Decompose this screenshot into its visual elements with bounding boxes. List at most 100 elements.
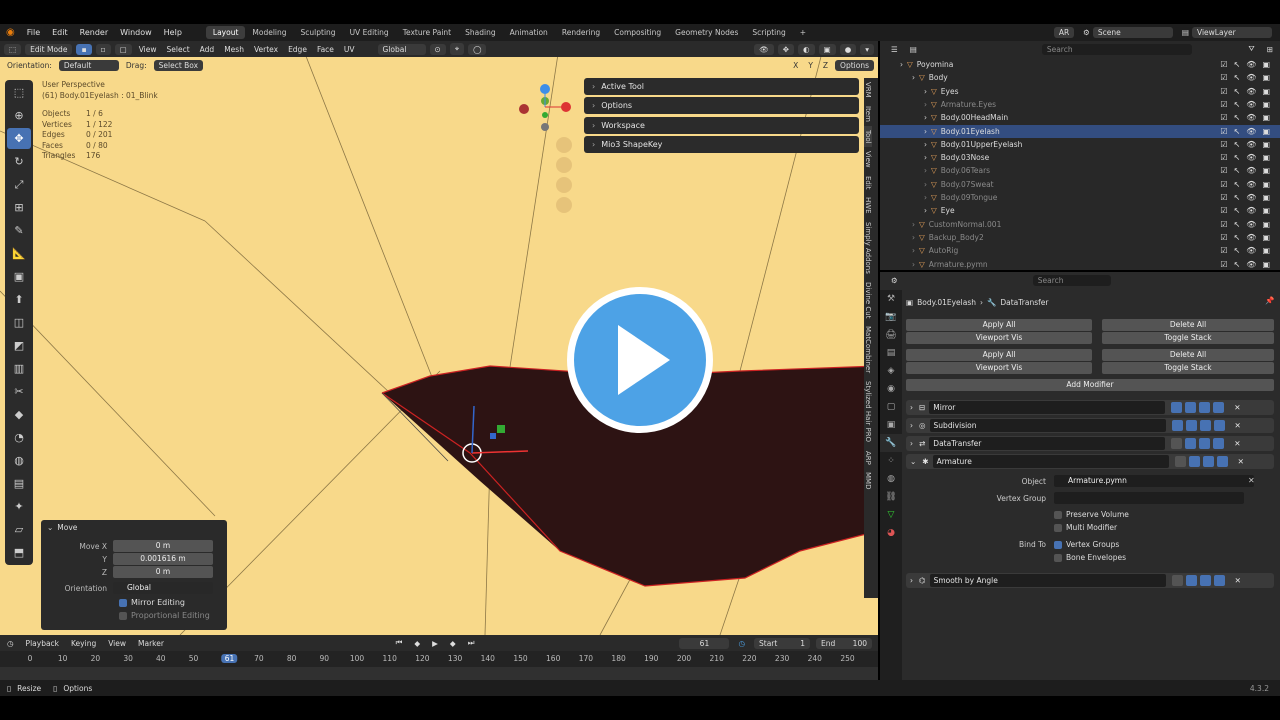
mode-select[interactable]: Edit Mode xyxy=(25,43,73,55)
toggle-stack-button-2[interactable]: Toggle Stack xyxy=(1102,362,1274,374)
shading-solid-icon[interactable]: ● xyxy=(839,43,857,55)
world-tab-icon[interactable]: ◉ xyxy=(880,380,902,398)
camera-icon[interactable]: ▣ xyxy=(1262,260,1270,269)
select-icon[interactable]: ↖ xyxy=(1234,140,1241,149)
camera-icon[interactable]: ▣ xyxy=(1262,87,1270,96)
modifier-datatransfer[interactable]: › ⇄ DataTransfer ✕ xyxy=(906,436,1274,451)
chevron-right-icon[interactable]: › xyxy=(910,403,913,412)
checkbox-icon[interactable]: ☑ xyxy=(1220,166,1227,175)
options-button[interactable]: Options xyxy=(835,60,874,71)
outliner-search-input[interactable]: Search xyxy=(1041,43,1192,55)
camera-icon[interactable]: ▣ xyxy=(1262,180,1270,189)
vp-menu-add[interactable]: Add xyxy=(197,45,218,54)
camera-icon[interactable]: ▣ xyxy=(1262,220,1270,229)
chevron-right-icon[interactable]: › xyxy=(924,153,927,162)
camera-icon[interactable]: ▣ xyxy=(1262,100,1270,109)
tab-shading[interactable]: Shading xyxy=(458,26,502,39)
select-icon[interactable]: ↖ xyxy=(1234,233,1241,242)
vp-menu-edge[interactable]: Edge xyxy=(285,45,310,54)
camera-icon[interactable]: ▣ xyxy=(1262,246,1270,255)
select-icon[interactable]: ↖ xyxy=(1234,220,1241,229)
chevron-right-icon[interactable]: › xyxy=(910,576,913,585)
cage-icon[interactable] xyxy=(1185,420,1197,431)
select-icon[interactable]: ↖ xyxy=(1234,87,1241,96)
render-icon[interactable] xyxy=(1216,456,1228,467)
apply-all-button-1[interactable]: Apply All xyxy=(906,319,1092,331)
tab-hwe[interactable]: HWE xyxy=(864,193,872,218)
tab-rendering[interactable]: Rendering xyxy=(555,26,607,39)
tl-menu-keying[interactable]: Keying xyxy=(68,639,99,648)
camera-icon[interactable]: ▣ xyxy=(1262,60,1270,69)
select-icon[interactable]: ↖ xyxy=(1234,60,1241,69)
collection-tab-icon[interactable]: ▢ xyxy=(880,398,902,416)
display-mode-icon[interactable]: ▤ xyxy=(907,45,920,54)
select-icon[interactable]: ↖ xyxy=(1234,246,1241,255)
checkbox-icon[interactable]: ☑ xyxy=(1220,127,1227,136)
chevron-right-icon[interactable]: › xyxy=(912,260,915,269)
apply-all-button-2[interactable]: Apply All xyxy=(906,349,1092,361)
prev-key-icon[interactable]: ◆ xyxy=(411,639,423,648)
vp-menu-uv[interactable]: UV xyxy=(341,45,358,54)
knife-tool-icon[interactable]: ✂ xyxy=(7,381,31,402)
render-icon[interactable] xyxy=(1213,420,1225,431)
vertex-groups-checkbox[interactable] xyxy=(1054,540,1062,549)
select-icon[interactable]: ↖ xyxy=(1234,73,1241,82)
eye-icon[interactable]: 👁 xyxy=(1246,100,1256,109)
properties-editor-icon[interactable]: ⚙ xyxy=(888,276,901,285)
delete-all-button-1[interactable]: Delete All xyxy=(1102,319,1274,331)
render-icon[interactable] xyxy=(1213,402,1225,413)
eye-icon[interactable]: 👁 xyxy=(1246,153,1256,162)
inset-tool-icon[interactable]: ◫ xyxy=(7,312,31,333)
modifier-name-field[interactable]: Mirror xyxy=(929,401,1166,414)
eye-icon[interactable]: 👁 xyxy=(1246,73,1256,82)
tab-edit[interactable]: Edit xyxy=(864,172,872,194)
vp-menu-select[interactable]: Select xyxy=(164,45,193,54)
pin-icon[interactable]: 📌 xyxy=(1262,296,1277,305)
close-icon[interactable]: ✕ xyxy=(1238,457,1244,466)
preserve-volume-checkbox[interactable] xyxy=(1054,510,1062,519)
select-icon[interactable]: ↖ xyxy=(1234,100,1241,109)
tab-compositing[interactable]: Compositing xyxy=(607,26,668,39)
outliner-row[interactable]: › ▽ Eyes ☑ ↖ 👁 ▣ xyxy=(880,85,1280,98)
tab-sculpting[interactable]: Sculpting xyxy=(294,26,343,39)
checkbox-icon[interactable]: ☑ xyxy=(1220,113,1227,122)
cursor-tool-icon[interactable]: ⊕ xyxy=(7,105,31,126)
cage-icon[interactable] xyxy=(1188,456,1200,467)
armature-object-field[interactable]: Armature.pymn xyxy=(1054,475,1254,487)
measure-tool-icon[interactable]: 📐 xyxy=(7,243,31,264)
tab-scripting[interactable]: Scripting xyxy=(745,26,792,39)
select-icon[interactable]: ↖ xyxy=(1234,127,1241,136)
object-tab-icon[interactable]: ▣ xyxy=(880,416,902,434)
mirror-editing-checkbox[interactable] xyxy=(119,598,127,607)
proportional-icon[interactable]: ◯ xyxy=(468,43,487,55)
editmode-icon[interactable] xyxy=(1171,575,1183,586)
outliner-row[interactable]: › ▽ Armature.Eyes ☑ ↖ 👁 ▣ xyxy=(880,98,1280,111)
outliner-row[interactable]: › ▽ Body.00HeadMain ☑ ↖ 👁 ▣ xyxy=(880,111,1280,124)
tab-tool[interactable]: Tool xyxy=(864,125,872,148)
physics-tab-icon[interactable]: ◍ xyxy=(880,470,902,488)
jump-end-icon[interactable]: ⏭ xyxy=(465,638,478,648)
cage-icon[interactable] xyxy=(1185,402,1197,413)
checkbox-icon[interactable]: ☑ xyxy=(1220,180,1227,189)
viewport-vis-button-1[interactable]: Viewport Vis xyxy=(906,332,1092,344)
smooth-tool-icon[interactable]: ◍ xyxy=(7,450,31,471)
tab-item[interactable]: Item xyxy=(864,102,872,126)
vp-menu-view[interactable]: View xyxy=(136,45,160,54)
camera-icon[interactable]: ▣ xyxy=(1262,140,1270,149)
output-tab-icon[interactable]: 🖨 xyxy=(880,326,902,344)
eye-icon[interactable]: 👁 xyxy=(1246,60,1256,69)
mirror-z-axis[interactable]: Z xyxy=(820,61,831,70)
material-tab-icon[interactable]: ◕ xyxy=(880,524,902,542)
npanel-mio3-shapekey[interactable]: › Mio3 ShapeKey xyxy=(584,136,859,153)
checkbox-icon[interactable]: ☑ xyxy=(1220,60,1227,69)
tl-menu-marker[interactable]: Marker xyxy=(135,639,167,648)
eye-icon[interactable]: 👁 xyxy=(1246,180,1256,189)
select-icon[interactable]: ↖ xyxy=(1234,180,1241,189)
add-cube-tool-icon[interactable]: ▣ xyxy=(7,266,31,287)
camera-icon[interactable]: ▣ xyxy=(1262,166,1270,175)
vertex-group-field[interactable] xyxy=(1054,492,1244,504)
visibility-icon[interactable]: 👁 xyxy=(754,43,774,55)
viewport-vis-button-2[interactable]: Viewport Vis xyxy=(906,362,1092,374)
outliner-row[interactable]: › ▽ Body.07Sweat ☑ ↖ 👁 ▣ xyxy=(880,178,1280,191)
eye-icon[interactable]: 👁 xyxy=(1246,206,1256,215)
